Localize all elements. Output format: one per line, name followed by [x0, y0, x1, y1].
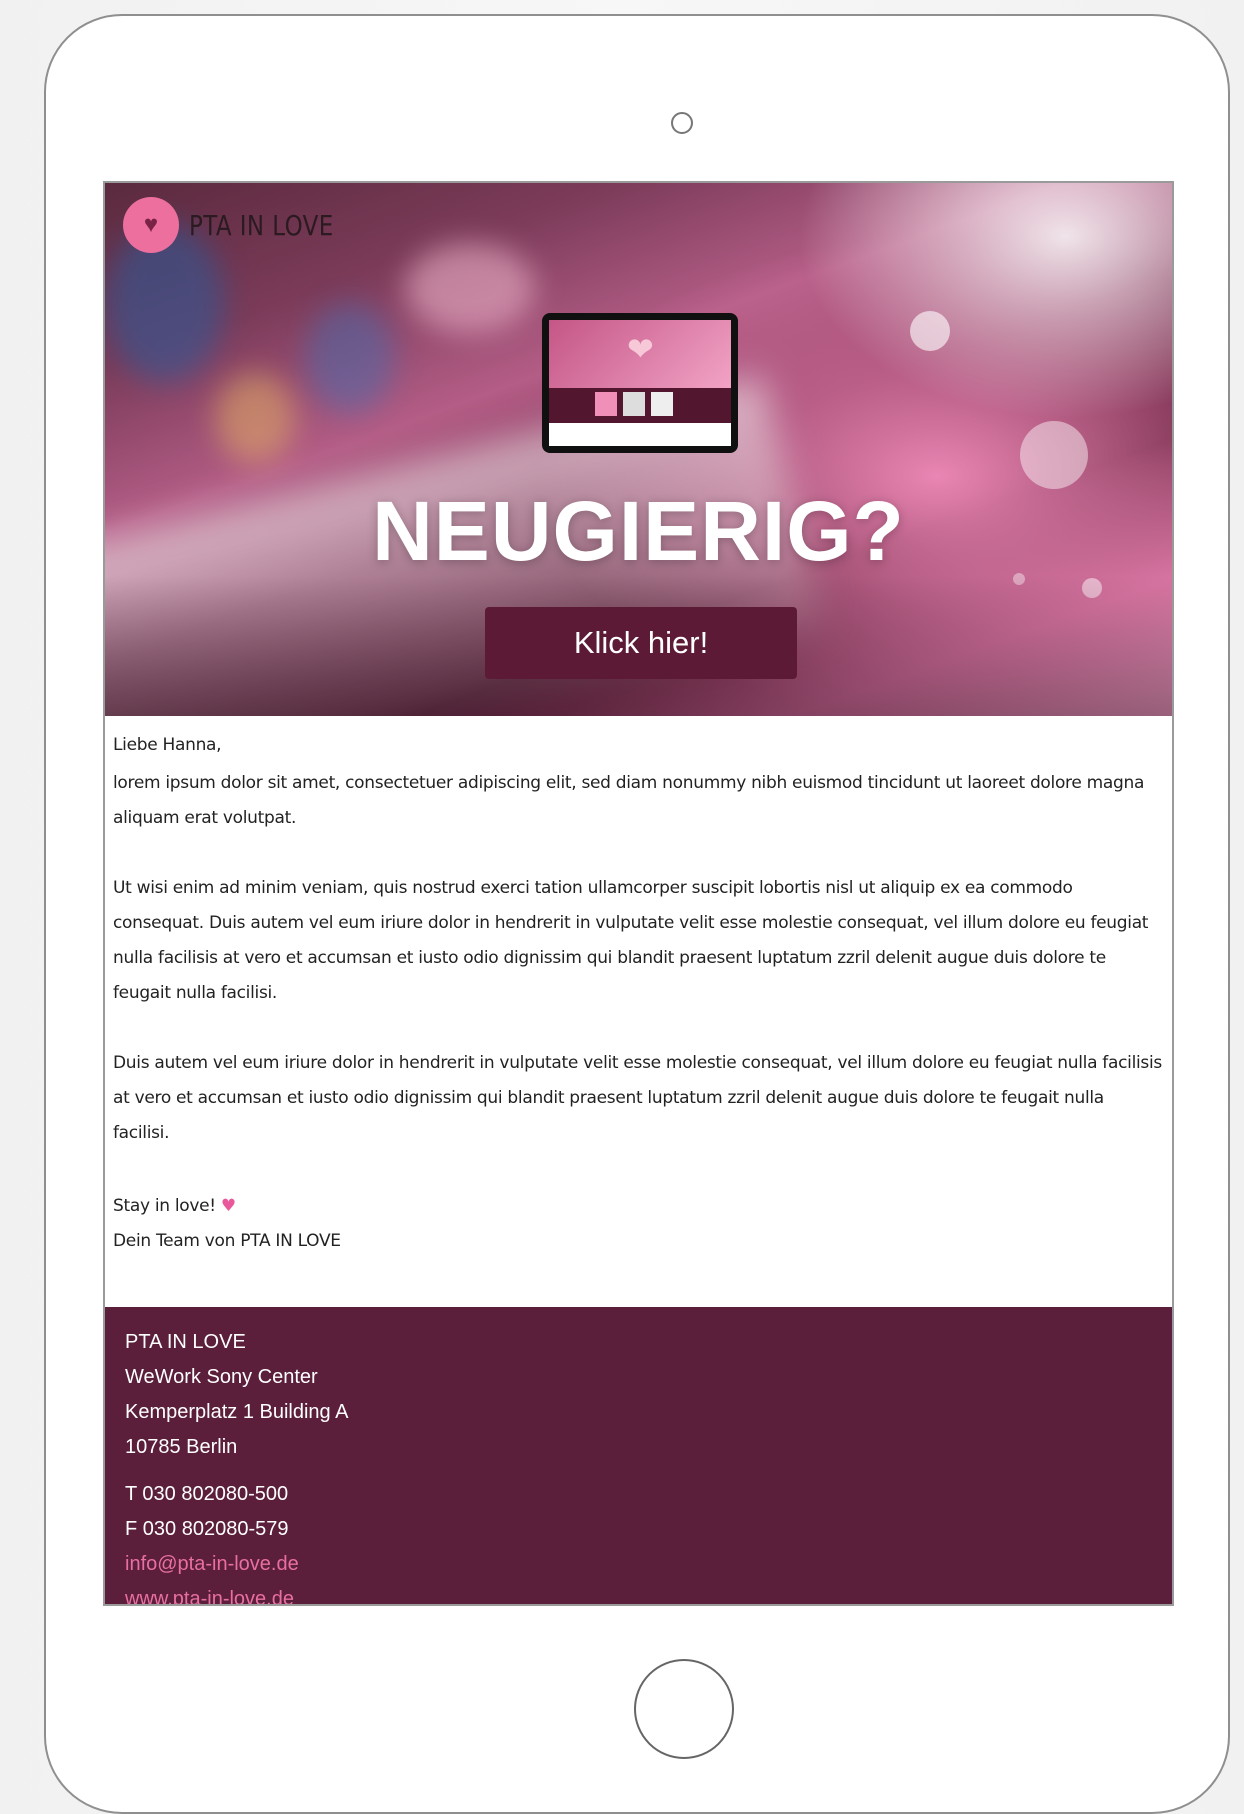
hero-headline: NEUGIERIG? — [372, 484, 905, 578]
camera-icon — [671, 112, 693, 134]
signature: Dein Team von PTA IN LOVE — [113, 1231, 341, 1251]
footer-phone: T 030 802080-500 — [125, 1483, 289, 1505]
preview-bottom — [549, 423, 731, 446]
preview-tile — [651, 392, 673, 417]
email-footer: PTA IN LOVE WeWork Sony Center Kemperpla… — [105, 1307, 1172, 1604]
hero-banner: ♥ PTA IN LOVE ❤ NEUGIERIG? Klick hier! — [105, 183, 1172, 716]
tablet-preview-image: ❤ — [542, 313, 738, 453]
footer-address-3: 10785 Berlin — [125, 1436, 238, 1458]
blurred-shape — [405, 243, 535, 333]
signoff-line: Stay in love! ♥ — [113, 1189, 1164, 1224]
paragraph-1: lorem ipsum dolor sit amet, consectetuer… — [113, 773, 1145, 828]
brand-logo[interactable]: ♥ PTA IN LOVE — [123, 197, 365, 253]
footer-website-link[interactable]: www.pta-in-love.de — [125, 1582, 1152, 1604]
bokeh-light — [1020, 421, 1088, 489]
blurred-shape — [215, 373, 295, 463]
logo-text: PTA IN LOVE — [189, 208, 334, 242]
preview-screen: ❤ — [549, 320, 731, 446]
signoff: Stay in love! — [113, 1196, 216, 1216]
footer-company: PTA IN LOVE — [125, 1331, 246, 1353]
heart-hands-icon: ❤ — [627, 331, 654, 367]
email-body: Liebe Hanna, lorem ipsum dolor sit amet,… — [105, 716, 1172, 1259]
bokeh-light — [910, 311, 950, 351]
footer-address-2: Kemperplatz 1 Building A — [125, 1401, 349, 1423]
bokeh-light — [1082, 578, 1102, 598]
preview-gallery — [549, 388, 731, 424]
home-button[interactable] — [634, 1659, 734, 1759]
preview-tile — [595, 392, 617, 417]
greeting: Liebe Hanna, — [113, 735, 222, 755]
footer-fax: F 030 802080-579 — [125, 1518, 289, 1540]
footer-address-1: WeWork Sony Center — [125, 1366, 318, 1388]
heart-icon: ♥ — [123, 197, 179, 253]
paragraph-3: Duis autem vel eum iriure dolor in hendr… — [113, 1053, 1162, 1143]
two-hearts-icon: ♥ — [220, 1196, 236, 1216]
paragraph-2: Ut wisi enim ad minim veniam, quis nostr… — [113, 878, 1149, 1003]
email-screen: ♥ PTA IN LOVE ❤ NEUGIERIG? Klick hier! L… — [103, 181, 1174, 1606]
cta-button[interactable]: Klick hier! — [485, 607, 797, 679]
preview-tile — [623, 392, 645, 417]
footer-spacer — [125, 1465, 1152, 1477]
footer-email-link[interactable]: info@pta-in-love.de — [125, 1547, 1152, 1582]
preview-top: ❤ — [549, 320, 731, 389]
blurred-shape — [305, 303, 395, 413]
